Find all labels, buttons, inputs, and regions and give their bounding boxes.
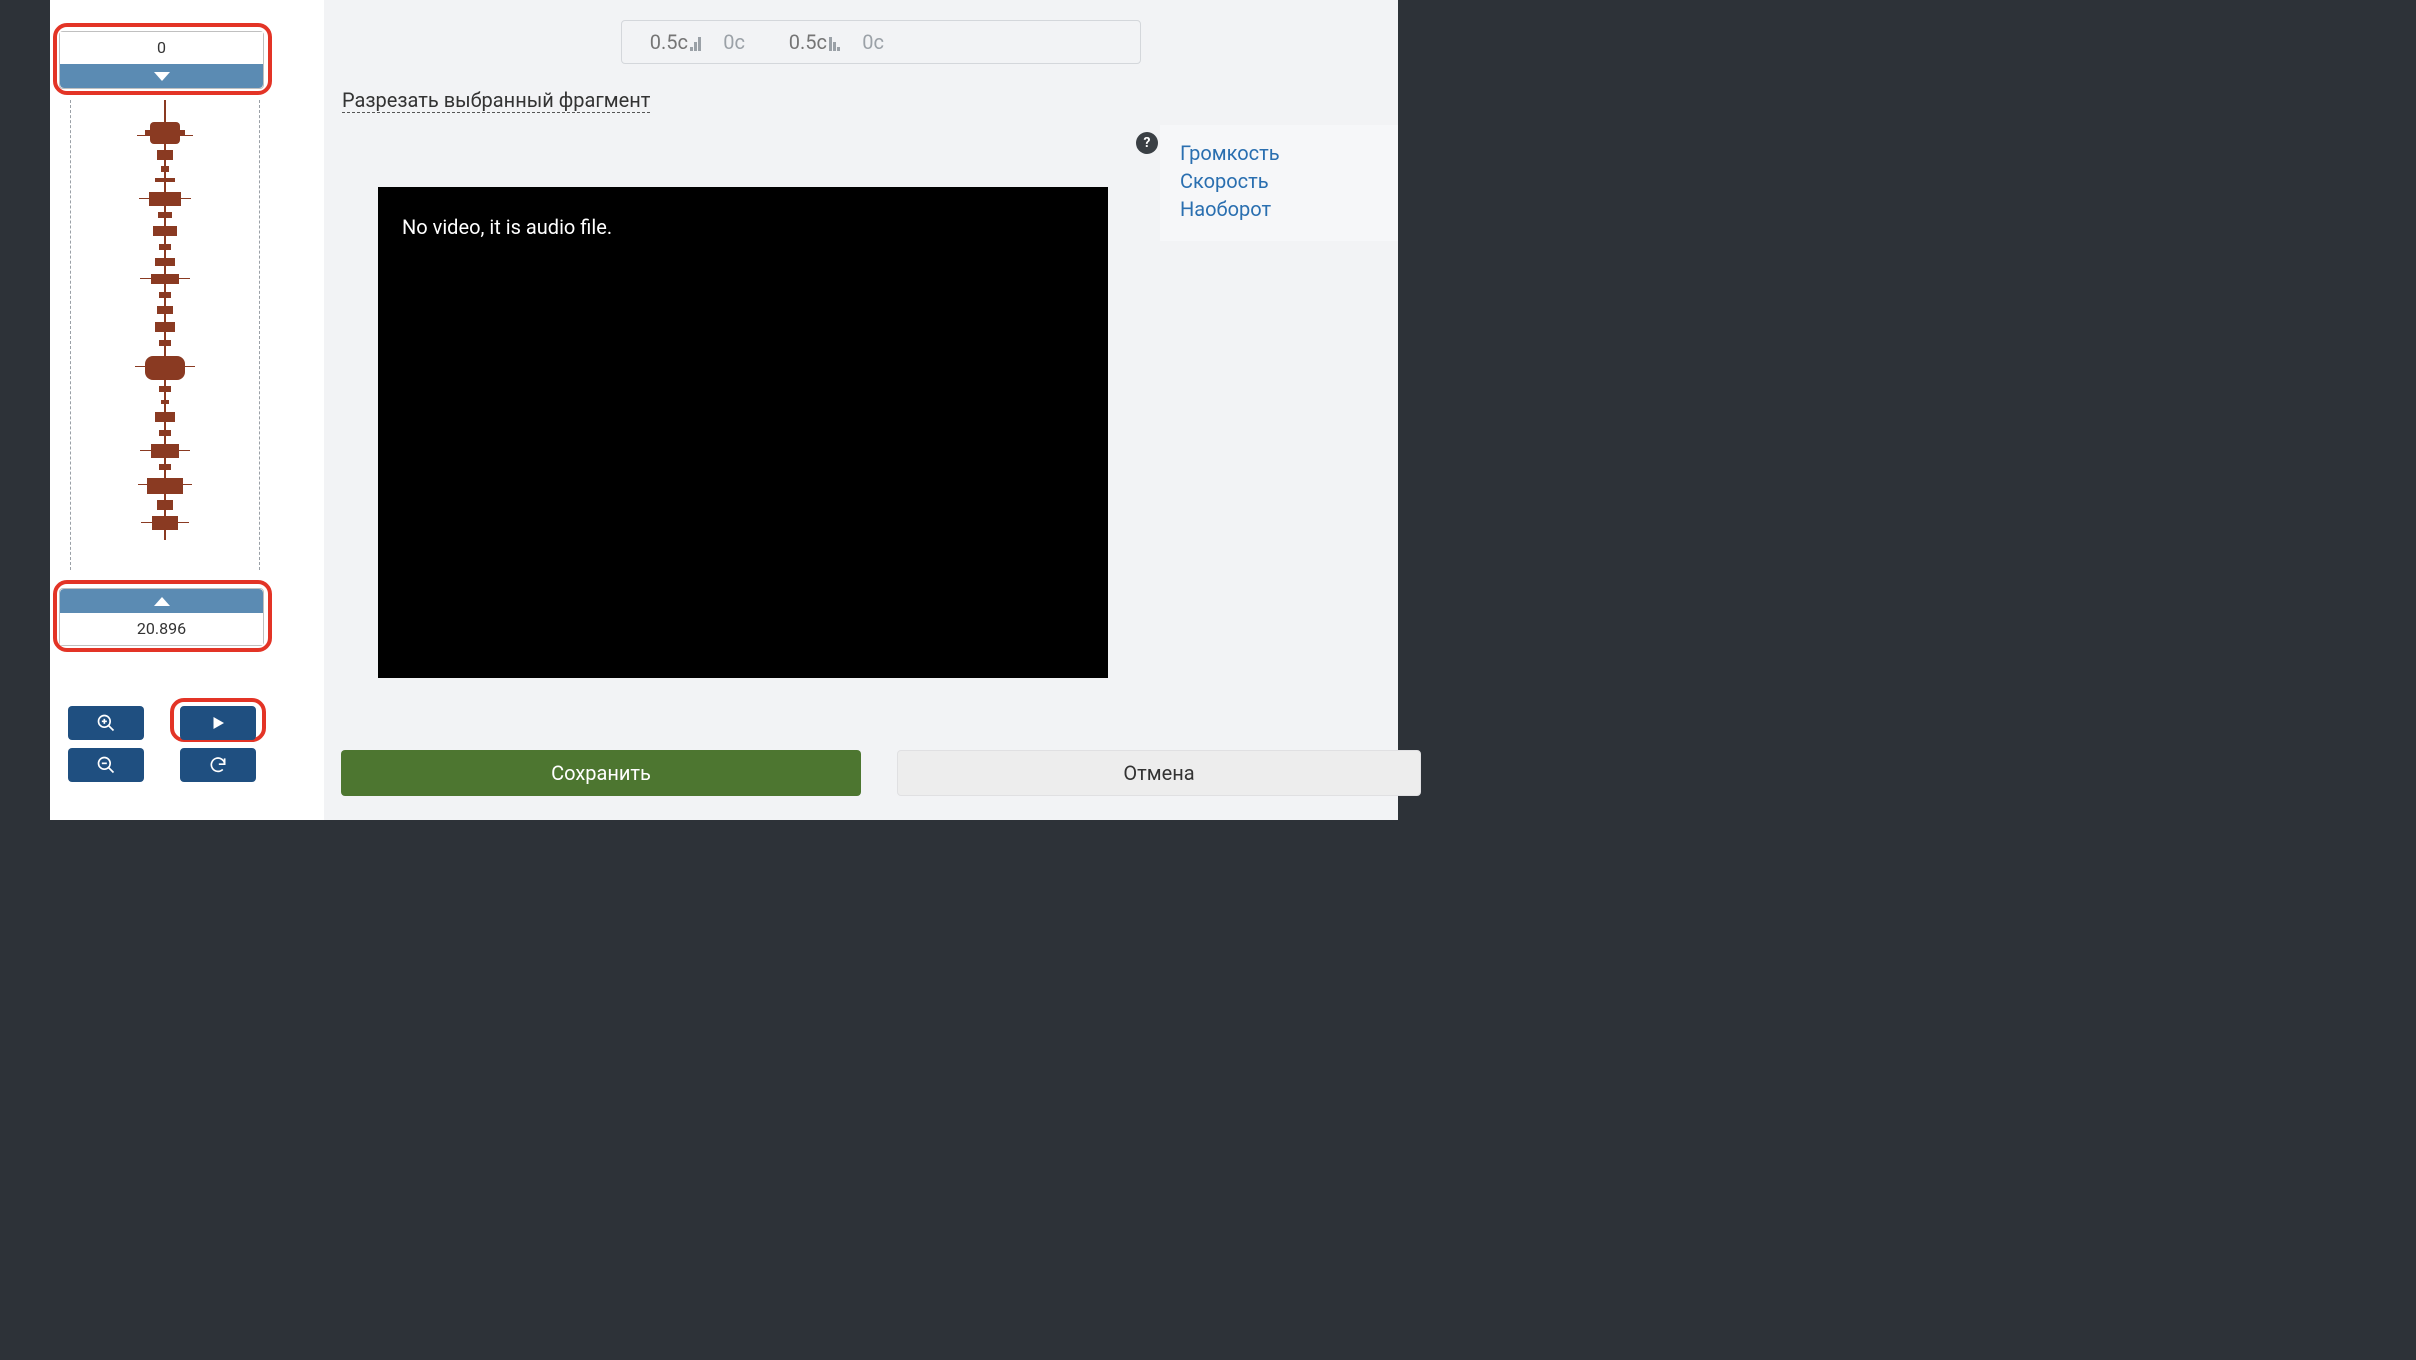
- help-button[interactable]: ?: [1136, 132, 1158, 154]
- fade-in-icon: [690, 33, 701, 51]
- start-marker[interactable]: 0: [59, 31, 264, 89]
- end-marker-value: 20.896: [60, 613, 263, 645]
- end-marker-handle[interactable]: [60, 589, 263, 613]
- play-icon: [209, 714, 227, 732]
- reload-button[interactable]: [180, 748, 256, 782]
- fade-out-group: [771, 27, 884, 57]
- save-button-label: Сохранить: [551, 761, 651, 785]
- waveform-guide-left: [70, 100, 71, 570]
- fade-in-value-input[interactable]: [703, 27, 745, 57]
- audio-waveform: [135, 100, 195, 540]
- app-root: 0: [50, 0, 1398, 820]
- fade-in-duration-input[interactable]: [632, 27, 688, 57]
- side-links: Громкость Скорость Наоборот: [1160, 125, 1398, 241]
- fade-controls: [621, 20, 1141, 64]
- play-button[interactable]: [180, 706, 256, 740]
- fade-out-icon: [829, 33, 840, 51]
- start-marker-value: 0: [60, 32, 263, 64]
- zoom-in-button[interactable]: [68, 706, 144, 740]
- reload-icon: [208, 755, 228, 775]
- zoom-out-icon: [96, 755, 116, 775]
- waveform-guide-right: [259, 100, 260, 570]
- video-panel-message: No video, it is audio file.: [402, 215, 612, 239]
- cancel-button[interactable]: Отмена: [897, 750, 1421, 796]
- fade-out-duration-input[interactable]: [771, 27, 827, 57]
- main-area: Разрезать выбранный фрагмент No video, i…: [324, 0, 1398, 820]
- cancel-button-label: Отмена: [1123, 761, 1194, 785]
- left-column: 0: [50, 0, 324, 820]
- side-link-speed[interactable]: Скорость: [1180, 169, 1378, 193]
- chevron-down-icon: [154, 72, 170, 81]
- help-icon: ?: [1144, 135, 1151, 151]
- fade-in-group: [632, 27, 745, 57]
- fade-out-value-input[interactable]: [842, 27, 884, 57]
- chevron-up-icon: [154, 597, 170, 606]
- cut-fragment-link[interactable]: Разрезать выбранный фрагмент: [342, 88, 650, 113]
- side-link-volume[interactable]: Громкость: [1180, 141, 1378, 165]
- end-marker[interactable]: 20.896: [59, 588, 264, 646]
- zoom-out-button[interactable]: [68, 748, 144, 782]
- zoom-in-icon: [96, 713, 116, 733]
- save-button[interactable]: Сохранить: [341, 750, 861, 796]
- waveform-area[interactable]: [70, 100, 260, 570]
- start-marker-handle[interactable]: [60, 64, 263, 88]
- video-panel: No video, it is audio file.: [378, 187, 1108, 678]
- side-link-reverse[interactable]: Наоборот: [1180, 197, 1378, 221]
